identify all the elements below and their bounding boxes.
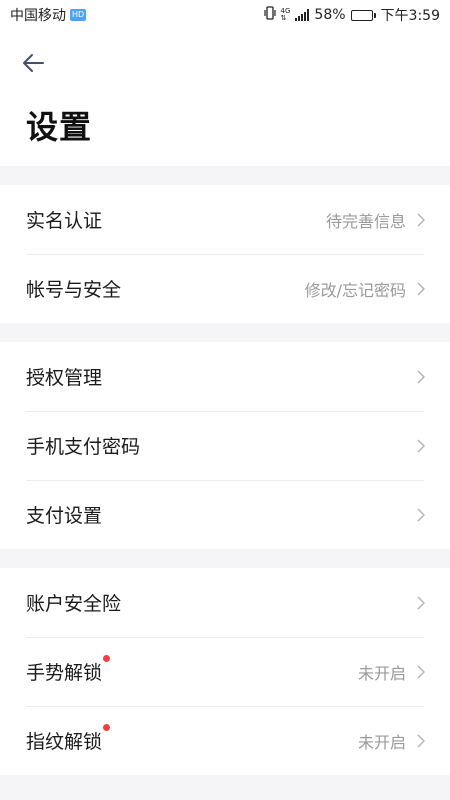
- carrier-name: 中国移动: [10, 8, 66, 24]
- settings-group-payment: 授权管理 手机支付密码 支付设置: [0, 342, 450, 549]
- battery-icon: [350, 9, 376, 21]
- row-value: 未开启: [357, 663, 406, 683]
- row-fingerprint-unlock[interactable]: 指纹解锁 未开启: [0, 706, 450, 775]
- row-authorization-management[interactable]: 授权管理: [0, 342, 450, 411]
- hd-badge: HD: [70, 9, 87, 21]
- back-button[interactable]: [18, 48, 48, 78]
- row-account-insurance[interactable]: 账户安全险: [0, 568, 450, 637]
- status-right: 4G ⇅ 58% 下午3:59: [263, 5, 440, 25]
- chevron-right-icon: [416, 369, 426, 385]
- row-account-security[interactable]: 帐号与安全 修改/忘记密码: [0, 254, 450, 323]
- vibrate-icon: [263, 6, 276, 24]
- row-real-name-verification[interactable]: 实名认证 待完善信息: [0, 185, 450, 254]
- row-value: 修改/忘记密码: [304, 280, 406, 300]
- row-label: 账户安全险: [26, 593, 122, 615]
- signal-icon: [295, 9, 310, 21]
- row-label: 实名认证: [26, 210, 103, 232]
- notification-dot: [103, 655, 111, 662]
- chevron-right-icon: [416, 212, 426, 228]
- battery-percent: 58%: [314, 7, 346, 23]
- network-type: 4G ⇅: [280, 7, 291, 22]
- row-label: 指纹解锁: [26, 724, 111, 754]
- chevron-right-icon: [416, 664, 426, 680]
- arrow-left-icon: [23, 54, 44, 72]
- status-left: 中国移动 HD: [10, 5, 87, 25]
- settings-group-account: 实名认证 待完善信息 帐号与安全 修改/忘记密码: [0, 185, 450, 323]
- row-label: 手机支付密码: [26, 436, 141, 458]
- row-value: 未开启: [357, 732, 406, 752]
- chevron-right-icon: [416, 733, 426, 749]
- page-title: 设置: [26, 108, 93, 146]
- row-phone-payment-password[interactable]: 手机支付密码: [0, 411, 450, 480]
- status-bar: 中国移动 HD 4G ⇅ 58% 下午3:59: [0, 0, 450, 30]
- chevron-right-icon: [416, 507, 426, 523]
- settings-group-security: 账户安全险 手势解锁 未开启 指纹解锁 未开启: [0, 568, 450, 775]
- row-gesture-unlock[interactable]: 手势解锁 未开启: [0, 637, 450, 706]
- header: 设置: [0, 30, 450, 166]
- chevron-right-icon: [416, 281, 426, 297]
- row-payment-settings[interactable]: 支付设置: [0, 480, 450, 549]
- chevron-right-icon: [416, 438, 426, 454]
- notification-dot: [103, 724, 111, 731]
- chevron-right-icon: [416, 595, 426, 611]
- row-label: 支付设置: [26, 505, 103, 527]
- row-value: 待完善信息: [325, 211, 406, 231]
- clock: 下午3:59: [380, 8, 440, 24]
- row-label: 授权管理: [26, 367, 103, 389]
- row-label: 帐号与安全: [26, 279, 122, 301]
- row-label: 手势解锁: [26, 655, 111, 685]
- data-arrows-icon: ⇅: [280, 14, 287, 22]
